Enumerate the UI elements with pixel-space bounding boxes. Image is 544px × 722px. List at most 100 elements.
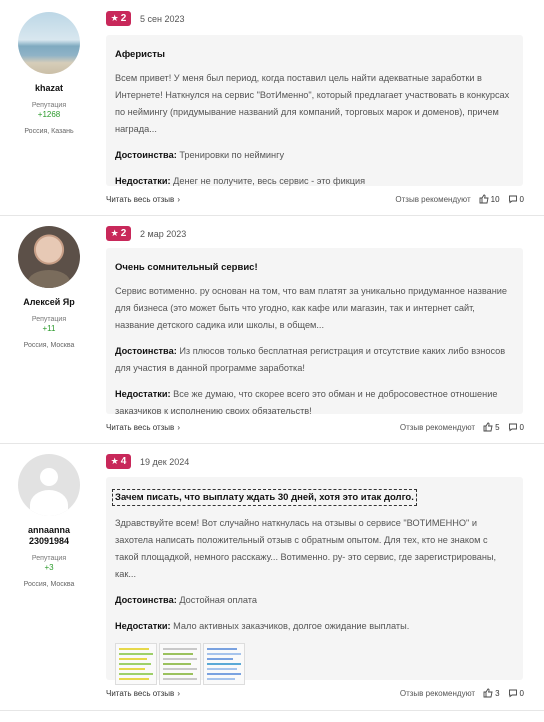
author-location: Россия, Москва: [23, 581, 75, 588]
review-card: Аферисты Всем привет! У меня был период,…: [106, 35, 523, 186]
recommend-label: Отзыв рекомендуют: [399, 422, 476, 432]
read-more-label: Читать весь отзыв: [106, 688, 175, 698]
pros-text: Достойная оплата: [179, 595, 257, 605]
rating-badge: ★ 2: [106, 11, 131, 26]
rating-value: 2: [120, 13, 127, 24]
review-footer: Читать весь отзыв › Отзыв рекомендуют 5 0: [106, 422, 524, 432]
divider: [0, 215, 544, 216]
review-card: Очень сомнительный сервис! Сервис вотиме…: [106, 248, 523, 416]
divider: [0, 443, 544, 444]
pros-label: Достоинства:: [115, 595, 177, 605]
star-icon: ★: [110, 228, 119, 238]
avatar[interactable]: [18, 12, 80, 74]
likes-count: 10: [490, 194, 500, 204]
review-excerpt: Сервис вотименно. ру основан на том, что…: [115, 286, 508, 330]
recommend-label: Отзыв рекомендуют: [399, 688, 476, 698]
like-button[interactable]: 3: [483, 688, 500, 698]
review-author: Алексей Яр Репутация +11 Россия, Москва: [0, 226, 98, 349]
star-icon: ★: [110, 13, 119, 23]
review-title[interactable]: Аферисты: [115, 49, 513, 60]
likes-count: 5: [495, 422, 500, 432]
reputation-value: +3: [44, 563, 54, 572]
review-title[interactable]: Зачем писать, что выплату ждать 30 дней,…: [112, 489, 417, 506]
comment-icon: [508, 423, 517, 432]
reputation-value: +11: [42, 324, 56, 333]
pros-label: Достоинства:: [115, 150, 177, 160]
comments-button[interactable]: 0: [508, 688, 524, 698]
reputation-label: Репутация: [31, 102, 67, 109]
author-name[interactable]: Алексей Яр: [0, 297, 98, 308]
review-author: annaanna 23091984 Репутация +3 Россия, М…: [0, 454, 98, 588]
review-date: 2 мар 2023: [140, 228, 187, 239]
review-author: khazat Репутация +1268 Россия, Казань: [0, 12, 98, 135]
comment-icon: [508, 195, 517, 204]
cons-text: Все же думаю, что скорее всего это обман…: [115, 389, 498, 416]
comments-count: 0: [519, 194, 524, 204]
reputation-label: Репутация: [31, 555, 67, 562]
default-user-icon: [40, 468, 58, 486]
comments-button[interactable]: 0: [508, 422, 524, 432]
rating-badge: ★ 4: [106, 454, 131, 469]
comments-count: 0: [519, 688, 524, 698]
review-footer: Читать весь отзыв › Отзыв рекомендуют 3 0: [106, 688, 524, 698]
photo-thumbnail[interactable]: [115, 643, 157, 685]
thumbs-up-icon: [483, 688, 493, 698]
author-name[interactable]: annaanna 23091984: [19, 525, 79, 547]
chevron-right-icon: ›: [177, 194, 180, 204]
like-button[interactable]: 10: [479, 194, 500, 204]
thumbs-up-icon: [483, 422, 493, 432]
avatar[interactable]: [18, 226, 80, 288]
author-location: Россия, Казань: [24, 128, 74, 135]
author-name[interactable]: khazat: [0, 83, 98, 94]
read-more-link[interactable]: Читать весь отзыв ›: [106, 689, 180, 698]
comments-count: 0: [519, 422, 524, 432]
author-location: Россия, Москва: [23, 342, 75, 349]
review-meta: ★ 2 2 мар 2023: [106, 226, 186, 241]
review-pros: Достоинства: Из плюсов только бесплатная…: [115, 343, 513, 377]
review-title[interactable]: Очень сомнительный сервис!: [115, 262, 513, 273]
read-more-link[interactable]: Читать весь отзыв ›: [106, 423, 180, 432]
read-more-link[interactable]: Читать весь отзыв ›: [106, 195, 180, 204]
review-excerpt: Всем привет! У меня был период, когда по…: [115, 73, 510, 134]
like-button[interactable]: 5: [483, 422, 500, 432]
thumbs-up-icon: [479, 194, 489, 204]
likes-count: 3: [495, 688, 500, 698]
cons-label: Недостатки:: [115, 621, 171, 631]
cons-label: Недостатки:: [115, 389, 171, 399]
pros-label: Достоинства:: [115, 346, 177, 356]
review-meta: ★ 2 5 сен 2023: [106, 11, 185, 26]
chevron-right-icon: ›: [177, 422, 180, 432]
review-date: 5 сен 2023: [140, 13, 185, 24]
review-photos: [115, 643, 513, 685]
rating-value: 4: [120, 456, 127, 467]
cons-text: Денег не получите, весь сервис - это фик…: [173, 176, 366, 186]
review-pros: Достоинства: Достойная оплата: [115, 592, 513, 609]
recommend-label: Отзыв рекомендуют: [395, 194, 471, 204]
read-more-label: Читать весь отзыв: [106, 422, 175, 432]
comment-icon: [508, 689, 517, 698]
review-date: 19 дек 2024: [140, 456, 190, 467]
review-excerpt: Здравствуйте всем! Вот случайно наткнула…: [115, 518, 497, 579]
cons-text: Мало активных заказчиков, долгое ожидани…: [173, 621, 410, 631]
review-cons: Недостатки: Денег не получите, весь серв…: [115, 173, 513, 190]
review-pros: Достоинства: Тренировки по неймингу: [115, 147, 513, 164]
comments-button[interactable]: 0: [508, 194, 524, 204]
star-icon: ★: [110, 456, 119, 466]
chevron-right-icon: ›: [177, 688, 180, 698]
review-cons: Недостатки: Все же думаю, что скорее все…: [115, 386, 513, 420]
review-meta: ★ 4 19 дек 2024: [106, 454, 189, 469]
rating-badge: ★ 2: [106, 226, 131, 241]
reputation-label: Репутация: [31, 316, 67, 323]
review-card: Зачем писать, что выплату ждать 30 дней,…: [106, 477, 523, 685]
avatar[interactable]: [18, 454, 80, 516]
photo-thumbnail[interactable]: [203, 643, 245, 685]
pros-text: Тренировки по неймингу: [179, 150, 285, 160]
review-cons: Недостатки: Мало активных заказчиков, до…: [115, 618, 513, 635]
divider: [0, 710, 544, 711]
reputation-value: +1268: [37, 110, 61, 119]
rating-value: 2: [120, 228, 127, 239]
photo-thumbnail[interactable]: [159, 643, 201, 685]
read-more-label: Читать весь отзыв: [106, 194, 175, 204]
cons-label: Недостатки:: [115, 176, 171, 186]
review-footer: Читать весь отзыв › Отзыв рекомендуют 10 …: [106, 194, 524, 204]
